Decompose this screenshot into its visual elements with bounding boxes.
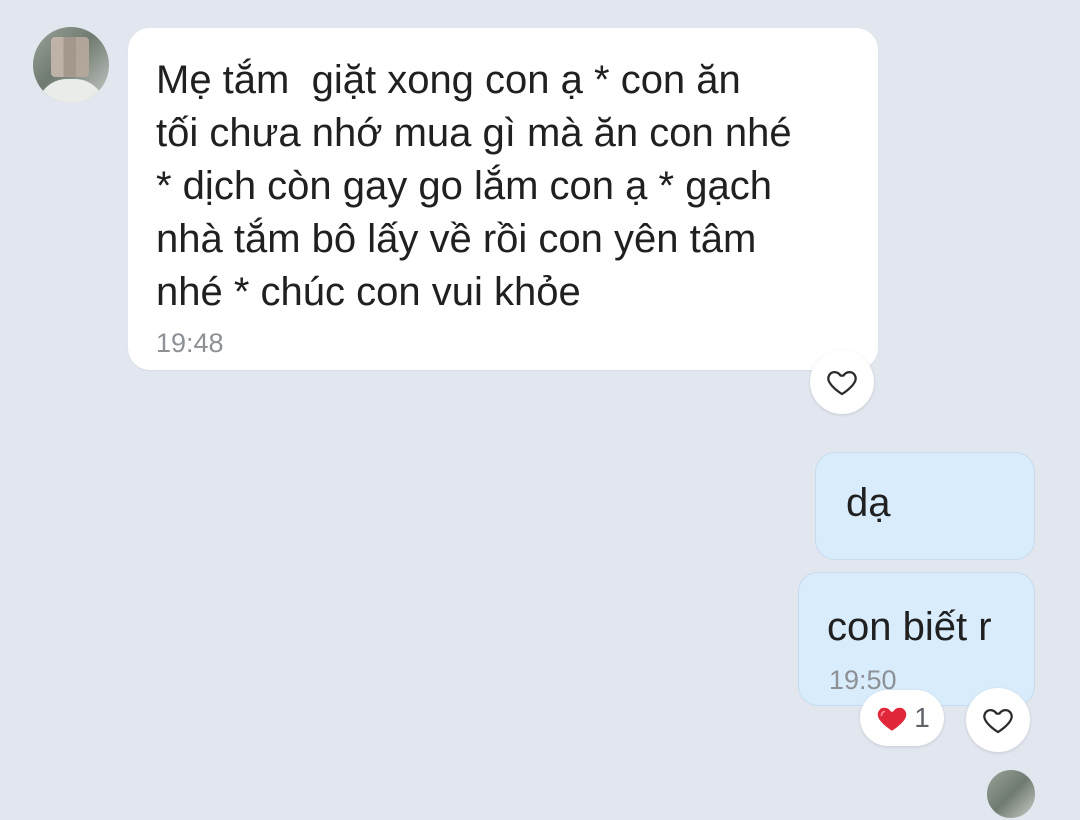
avatar-shirt <box>37 79 105 103</box>
incoming-react-button[interactable] <box>810 350 874 414</box>
outgoing-message-bubble[interactable]: dạ <box>815 452 1035 560</box>
reaction-count: 1 <box>914 702 930 733</box>
outgoing-react-button[interactable] <box>966 688 1030 752</box>
red-heart-icon <box>877 707 907 731</box>
sender-avatar[interactable] <box>33 27 109 103</box>
heart-outline-icon <box>827 370 857 396</box>
seen-avatar <box>985 768 1037 820</box>
heart-outline-icon <box>983 708 1013 734</box>
incoming-message-bubble[interactable]: Mẹ tắm giặt xong con ạ * con ăn tối chưa… <box>128 28 878 370</box>
outgoing-message-text: dạ <box>846 481 891 525</box>
avatar-face-blur <box>51 37 89 77</box>
outgoing-message-text: con biết r <box>827 605 992 649</box>
incoming-message-time: 19:48 <box>156 328 224 358</box>
incoming-message-text: Mẹ tắm giặt xong con ạ * con ăn tối chưa… <box>156 58 792 314</box>
outgoing-message-bubble[interactable]: con biết r 19:50 <box>798 572 1035 706</box>
reaction-summary[interactable]: 1 <box>860 690 944 746</box>
